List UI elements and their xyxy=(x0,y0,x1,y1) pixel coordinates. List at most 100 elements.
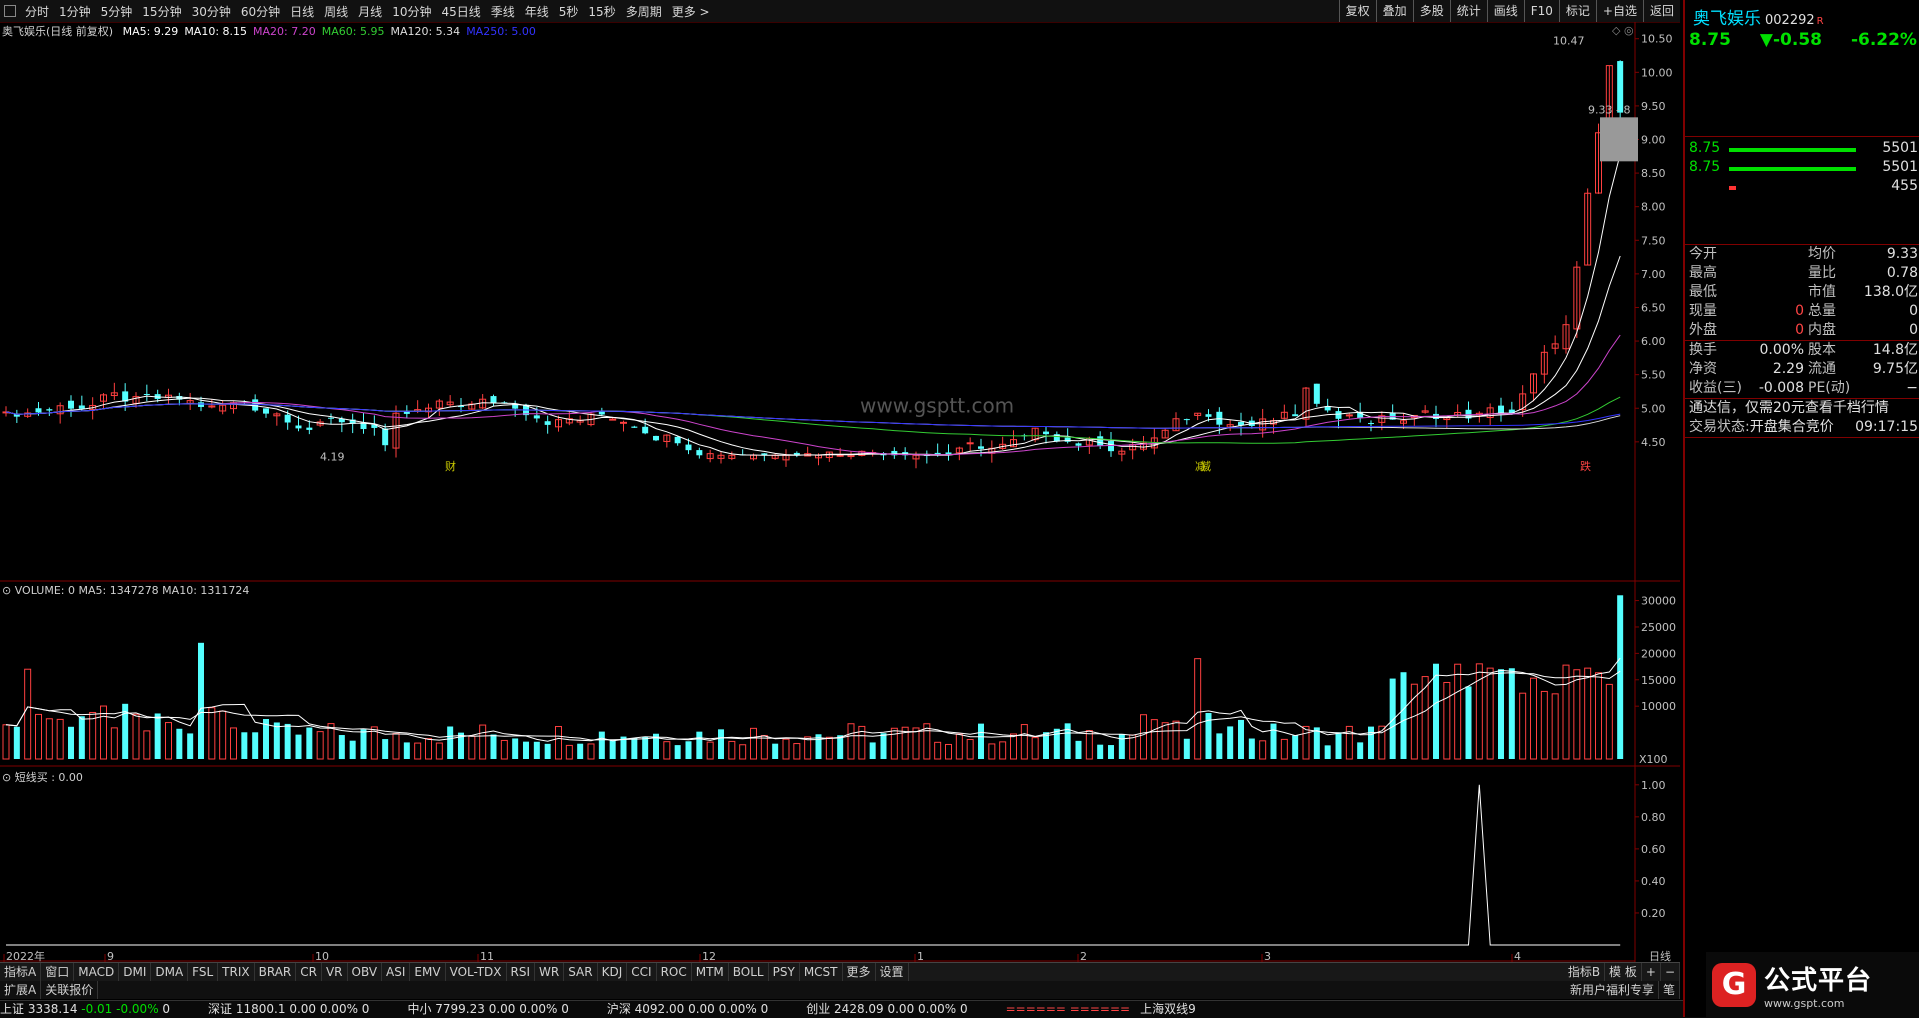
index-quote[interactable]: 上证 3338.14 -0.01 -0.00% 0 xyxy=(0,1001,170,1018)
indicator-tab[interactable]: ASI xyxy=(382,963,411,981)
indicator-tab[interactable]: DMA xyxy=(151,963,189,981)
period-button[interactable]: 分时 xyxy=(20,3,54,20)
indicator-title: ⊙ 短线买 : 0.00 xyxy=(2,771,83,784)
toolbar-button[interactable]: F10 xyxy=(1523,0,1559,22)
volume-bar xyxy=(1573,669,1581,760)
tab-control[interactable]: 模 板 xyxy=(1605,963,1642,981)
index-quote[interactable]: 沪深 4092.00 0.00 0.00% 0 xyxy=(607,1001,768,1018)
period-button[interactable]: 30分钟 xyxy=(187,3,236,20)
toolbar-button[interactable]: +自选 xyxy=(1595,0,1643,22)
volume-bar xyxy=(154,713,161,759)
volume-bar xyxy=(718,729,724,759)
extension-link[interactable]: 新用户福利专享 xyxy=(1566,981,1659,999)
index-quote[interactable]: 中小 7799.23 0.00 0.00% 0 xyxy=(407,1001,568,1018)
fundamentals: 换手 0.00% 股本 14.8亿 净资 2.29 流通 9.75亿 收益(三) -0.008 PE… xyxy=(1685,341,1919,398)
extension-link[interactable]: 笔 xyxy=(1659,981,1680,999)
period-button[interactable]: 月线 xyxy=(353,3,387,20)
volume-bar xyxy=(35,713,42,760)
indicator-tab[interactable]: SAR xyxy=(564,963,598,981)
candle-body xyxy=(1097,436,1104,446)
indicator-tab[interactable]: PSY xyxy=(769,963,800,981)
indicator-tab[interactable]: WR xyxy=(535,963,565,981)
indicator-tab[interactable]: EMV xyxy=(410,963,446,981)
period-button[interactable]: 日线 xyxy=(285,3,319,20)
toolbar-button[interactable]: 标记 xyxy=(1558,0,1596,22)
indicator-tab[interactable]: 窗口 xyxy=(41,963,75,981)
indicator-tab[interactable]: VOL-TDX xyxy=(446,963,507,981)
toolbar-button[interactable]: 叠加 xyxy=(1375,0,1413,22)
index-quote[interactable]: 创业 2428.09 0.00 0.00% 0 xyxy=(806,1001,967,1018)
indicator-collapse-icon[interactable]: ⊙ xyxy=(2,771,15,784)
stat-value: 0 xyxy=(1795,322,1804,338)
period-button[interactable]: 10分钟 xyxy=(387,3,436,20)
indicator-tab[interactable]: 指标A xyxy=(0,963,42,981)
period-button[interactable]: 45日线 xyxy=(436,3,485,20)
tab-control[interactable]: 指标B xyxy=(1564,963,1606,981)
toolbar-button[interactable]: 返回 xyxy=(1642,0,1680,22)
indicator-tab[interactable]: OBV xyxy=(348,963,383,981)
tab-control[interactable]: + xyxy=(1642,963,1661,981)
volume-bar xyxy=(1584,667,1592,760)
status-extra[interactable]: 上海双线9 xyxy=(1140,1001,1196,1018)
indicator-tab[interactable]: TRIX xyxy=(218,963,255,981)
indicator-tab[interactable]: MCST xyxy=(800,963,843,981)
fundamental-row: 收益(三) -0.008 PE(动) − xyxy=(1685,379,1919,398)
index-quote[interactable]: 深证 11800.1 0.00 0.00% 0 xyxy=(208,1001,369,1018)
toolbar-toggle-icon[interactable] xyxy=(4,5,16,17)
status-extra: ====== ====== xyxy=(1005,1002,1131,1016)
volume-bar xyxy=(577,743,584,759)
indicator-chart[interactable]: 1.000.800.600.400.202022年 9 10 11 12 1 2 3 4 日线 xyxy=(0,767,1680,962)
indicator-tab[interactable]: 更多 xyxy=(843,963,876,981)
indicator-tab[interactable]: CR xyxy=(296,963,322,981)
period-button[interactable]: 更多 > xyxy=(667,3,715,20)
indicator-tab[interactable]: MTM xyxy=(692,963,729,981)
rong-badge: R xyxy=(1816,16,1824,27)
volume-bar xyxy=(1183,738,1190,759)
notice-row[interactable]: 通达信，仅需20元查看千档行情 xyxy=(1685,399,1919,418)
period-button[interactable]: 5分钟 xyxy=(96,3,138,20)
volume-unit-label: X100 xyxy=(1639,753,1668,766)
indicator-tab[interactable]: DMI xyxy=(119,963,152,981)
candle-body xyxy=(836,454,844,457)
toolbar-button[interactable]: 复权 xyxy=(1338,0,1376,22)
volume-collapse-icon[interactable]: ⊙ xyxy=(2,584,15,597)
indicator-tab[interactable]: RSI xyxy=(507,963,536,981)
indicator-tab[interactable]: VR xyxy=(322,963,348,981)
indicator-tab[interactable]: FSL xyxy=(188,963,219,981)
period-button[interactable]: 15秒 xyxy=(583,3,620,20)
period-button[interactable]: 15分钟 xyxy=(137,3,186,20)
indicator-tab[interactable]: 设置 xyxy=(876,963,909,981)
volume-bar xyxy=(1075,740,1082,759)
volume-bar xyxy=(284,723,291,759)
period-button[interactable]: 季线 xyxy=(486,3,520,20)
period-button[interactable]: 周线 xyxy=(319,3,353,20)
toolbar-button[interactable]: 画线 xyxy=(1486,0,1524,22)
price-tick-label: 6.50 xyxy=(1641,301,1666,314)
indicator-tab[interactable]: BRAR xyxy=(255,963,297,981)
watermark: www.gsptt.com xyxy=(860,393,1014,417)
volume-bar xyxy=(132,713,140,760)
tab-control[interactable]: − xyxy=(1661,963,1680,981)
indicator-tab[interactable]: KDJ xyxy=(598,963,628,981)
indicator-tab[interactable]: MACD xyxy=(74,963,120,981)
volume-chart[interactable]: 30000 25000 20000 15000 10000 X100 xyxy=(0,582,1680,767)
extension-tab[interactable]: 关联报价 xyxy=(41,981,99,999)
indicator-tab[interactable]: BOLL xyxy=(729,963,769,981)
toolbar-button[interactable]: 统计 xyxy=(1449,0,1487,22)
period-button[interactable]: 1分钟 xyxy=(54,3,96,20)
period-button[interactable]: 5秒 xyxy=(554,3,584,20)
period-button[interactable]: 60分钟 xyxy=(236,3,285,20)
candlestick-chart[interactable]: 10.50 10.00 9.50 9.00 8.50 8.00 7.50 7.00 6.50 6.… xyxy=(0,22,1680,582)
candle-body xyxy=(198,402,204,407)
volume-bar xyxy=(631,737,638,759)
indicator-tab[interactable]: CCI xyxy=(627,963,657,981)
volume-bar xyxy=(1129,734,1137,760)
period-button[interactable]: 多周期 xyxy=(621,3,667,20)
indicator-tab[interactable]: ROC xyxy=(657,963,692,981)
toolbar-right-buttons: 复权 叠加 多股 统计 画线 F10 标记 +自选 返回 xyxy=(1338,0,1680,22)
stat-label: 内盘 xyxy=(1808,322,1836,338)
extension-tab[interactable]: 扩展A xyxy=(0,981,42,999)
price-row: 8.75 ▼-0.58 -6.22% xyxy=(1685,28,1919,56)
period-button[interactable]: 年线 xyxy=(520,3,554,20)
toolbar-button[interactable]: 多股 xyxy=(1412,0,1450,22)
